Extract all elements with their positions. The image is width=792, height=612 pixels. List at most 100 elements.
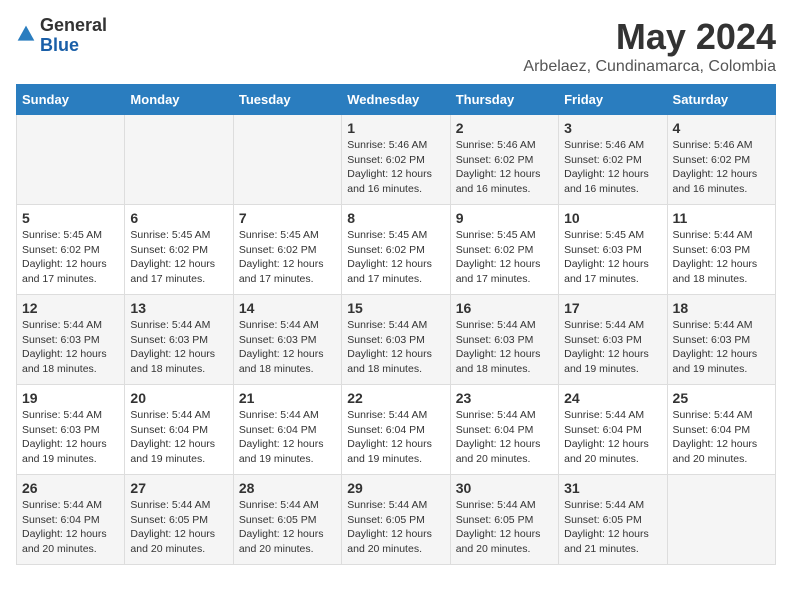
day-info: Sunrise: 5:44 AM Sunset: 6:04 PM Dayligh… (456, 408, 553, 467)
day-cell-8: 8 Sunrise: 5:45 AM Sunset: 6:02 PM Daylig… (342, 205, 450, 295)
calendar-table: SundayMondayTuesdayWednesdayThursdayFrid… (16, 84, 776, 565)
day-cell-4: 4 Sunrise: 5:46 AM Sunset: 6:02 PM Daylig… (667, 115, 775, 205)
day-info: Sunrise: 5:46 AM Sunset: 6:02 PM Dayligh… (673, 138, 770, 197)
header-cell-monday: Monday (125, 85, 233, 115)
day-info: Sunrise: 5:45 AM Sunset: 6:03 PM Dayligh… (564, 228, 661, 287)
day-info: Sunrise: 5:45 AM Sunset: 6:02 PM Dayligh… (347, 228, 444, 287)
day-cell-27: 27Sunrise: 5:44 AM Sunset: 6:05 PM Dayli… (125, 475, 233, 565)
day-info: Sunrise: 5:45 AM Sunset: 6:02 PM Dayligh… (239, 228, 336, 287)
day-info: Sunrise: 5:46 AM Sunset: 6:02 PM Dayligh… (456, 138, 553, 197)
day-number: 21 (239, 390, 336, 406)
day-cell-31: 31 Sunrise: 5:44 AM Sunset: 6:05 PM Dayli… (559, 475, 667, 565)
day-cell-16: 16Sunrise: 5:44 AM Sunset: 6:03 PM Dayli… (450, 295, 558, 385)
day-number: 7 (239, 210, 336, 226)
day-cell-18: 18Sunrise: 5:44 AM Sunset: 6:03 PM Dayli… (667, 295, 775, 385)
day-cell-23: 23Sunrise: 5:44 AM Sunset: 6:04 PM Dayli… (450, 385, 558, 475)
day-number: 19 (22, 390, 119, 406)
header-cell-saturday: Saturday (667, 85, 775, 115)
day-number: 24 (564, 390, 661, 406)
day-number: 1 (347, 120, 444, 136)
day-info: Sunrise: 5:46 AM Sunset: 6:02 PM Dayligh… (564, 138, 661, 197)
day-info: Sunrise: 5:45 AM Sunset: 6:02 PM Dayligh… (456, 228, 553, 287)
day-cell-1: 1Sunrise: 5:46 AM Sunset: 6:02 PM Daylig… (342, 115, 450, 205)
day-info: Sunrise: 5:44 AM Sunset: 6:04 PM Dayligh… (673, 408, 770, 467)
day-number: 2 (456, 120, 553, 136)
day-info: Sunrise: 5:44 AM Sunset: 6:05 PM Dayligh… (347, 498, 444, 557)
day-number: 22 (347, 390, 444, 406)
day-cell-24: 24 Sunrise: 5:44 AM Sunset: 6:04 PM Dayli… (559, 385, 667, 475)
header-cell-sunday: Sunday (17, 85, 125, 115)
day-info: Sunrise: 5:44 AM Sunset: 6:03 PM Dayligh… (22, 318, 119, 377)
day-info: Sunrise: 5:45 AM Sunset: 6:02 PM Dayligh… (22, 228, 119, 287)
day-info: Sunrise: 5:44 AM Sunset: 6:03 PM Dayligh… (456, 318, 553, 377)
day-cell-19: 19Sunrise: 5:44 AM Sunset: 6:03 PM Dayli… (17, 385, 125, 475)
empty-cell (17, 115, 125, 205)
day-info: Sunrise: 5:44 AM Sunset: 6:03 PM Dayligh… (130, 318, 227, 377)
day-info: Sunrise: 5:44 AM Sunset: 6:03 PM Dayligh… (239, 318, 336, 377)
day-cell-3: 3 Sunrise: 5:46 AM Sunset: 6:02 PM Daylig… (559, 115, 667, 205)
week-row-2: 5 Sunrise: 5:45 AM Sunset: 6:02 PM Daylig… (17, 205, 776, 295)
day-number: 17 (564, 300, 661, 316)
day-number: 29 (347, 480, 444, 496)
day-number: 20 (130, 390, 227, 406)
day-number: 15 (347, 300, 444, 316)
subtitle: Arbelaez, Cundinamarca, Colombia (523, 58, 776, 76)
day-info: Sunrise: 5:44 AM Sunset: 6:04 PM Dayligh… (130, 408, 227, 467)
week-row-1: 1 Sunrise: 5:46 AM Sunset: 6:02 PM Daylig… (17, 115, 776, 205)
day-info: Sunrise: 5:44 AM Sunset: 6:04 PM Dayligh… (22, 498, 119, 557)
day-cell-26: 26 Sunrise: 5:44 AM Sunset: 6:04 PM Dayli… (17, 475, 125, 565)
day-number: 5 (22, 210, 119, 226)
day-number: 8 (347, 210, 444, 226)
day-number: 25 (673, 390, 770, 406)
day-cell-6: 6 Sunrise: 5:45 AM Sunset: 6:02 PM Daylig… (125, 205, 233, 295)
page-header: General Blue May 2024 Arbelaez, Cundinam… (16, 16, 776, 76)
logo-icon (16, 24, 36, 44)
day-number: 10 (564, 210, 661, 226)
day-cell-28: 28 Sunrise: 5:44 AM Sunset: 6:05 PM Dayli… (233, 475, 341, 565)
day-cell-30: 30Sunrise: 5:44 AM Sunset: 6:05 PM Dayli… (450, 475, 558, 565)
day-cell-22: 22Sunrise: 5:44 AM Sunset: 6:04 PM Dayli… (342, 385, 450, 475)
day-info: Sunrise: 5:45 AM Sunset: 6:02 PM Dayligh… (130, 228, 227, 287)
day-cell-17: 17Sunrise: 5:44 AM Sunset: 6:03 PM Dayli… (559, 295, 667, 385)
week-row-5: 26 Sunrise: 5:44 AM Sunset: 6:04 PM Dayli… (17, 475, 776, 565)
day-cell-21: 21Sunrise: 5:44 AM Sunset: 6:04 PM Dayli… (233, 385, 341, 475)
day-number: 13 (130, 300, 227, 316)
empty-cell (233, 115, 341, 205)
day-info: Sunrise: 5:44 AM Sunset: 6:05 PM Dayligh… (239, 498, 336, 557)
day-number: 26 (22, 480, 119, 496)
day-info: Sunrise: 5:44 AM Sunset: 6:04 PM Dayligh… (564, 408, 661, 467)
day-cell-10: 10 Sunrise: 5:45 AM Sunset: 6:03 PM Dayli… (559, 205, 667, 295)
day-info: Sunrise: 5:44 AM Sunset: 6:03 PM Dayligh… (673, 228, 770, 287)
day-info: Sunrise: 5:44 AM Sunset: 6:03 PM Dayligh… (673, 318, 770, 377)
day-cell-9: 9 Sunrise: 5:45 AM Sunset: 6:02 PM Daylig… (450, 205, 558, 295)
header-cell-thursday: Thursday (450, 85, 558, 115)
logo-general: General (40, 16, 107, 36)
day-number: 28 (239, 480, 336, 496)
week-row-3: 12 Sunrise: 5:44 AM Sunset: 6:03 PM Dayli… (17, 295, 776, 385)
empty-cell (125, 115, 233, 205)
title-section: May 2024 Arbelaez, Cundinamarca, Colombi… (523, 16, 776, 76)
day-number: 9 (456, 210, 553, 226)
day-cell-5: 5 Sunrise: 5:45 AM Sunset: 6:02 PM Daylig… (17, 205, 125, 295)
day-cell-7: 7 Sunrise: 5:45 AM Sunset: 6:02 PM Daylig… (233, 205, 341, 295)
day-cell-29: 29 Sunrise: 5:44 AM Sunset: 6:05 PM Dayli… (342, 475, 450, 565)
logo-blue: Blue (40, 36, 107, 56)
day-info: Sunrise: 5:44 AM Sunset: 6:05 PM Dayligh… (130, 498, 227, 557)
day-number: 31 (564, 480, 661, 496)
day-number: 14 (239, 300, 336, 316)
day-cell-15: 15 Sunrise: 5:44 AM Sunset: 6:03 PM Dayli… (342, 295, 450, 385)
week-row-4: 19Sunrise: 5:44 AM Sunset: 6:03 PM Dayli… (17, 385, 776, 475)
day-number: 12 (22, 300, 119, 316)
header-cell-tuesday: Tuesday (233, 85, 341, 115)
logo: General Blue (16, 16, 107, 56)
header-row: SundayMondayTuesdayWednesdayThursdayFrid… (17, 85, 776, 115)
day-info: Sunrise: 5:44 AM Sunset: 6:03 PM Dayligh… (347, 318, 444, 377)
day-number: 4 (673, 120, 770, 136)
day-cell-14: 14 Sunrise: 5:44 AM Sunset: 6:03 PM Dayli… (233, 295, 341, 385)
day-cell-20: 20 Sunrise: 5:44 AM Sunset: 6:04 PM Dayli… (125, 385, 233, 475)
day-cell-13: 13 Sunrise: 5:44 AM Sunset: 6:03 PM Dayli… (125, 295, 233, 385)
day-number: 3 (564, 120, 661, 136)
empty-cell (667, 475, 775, 565)
day-info: Sunrise: 5:44 AM Sunset: 6:05 PM Dayligh… (564, 498, 661, 557)
day-number: 6 (130, 210, 227, 226)
